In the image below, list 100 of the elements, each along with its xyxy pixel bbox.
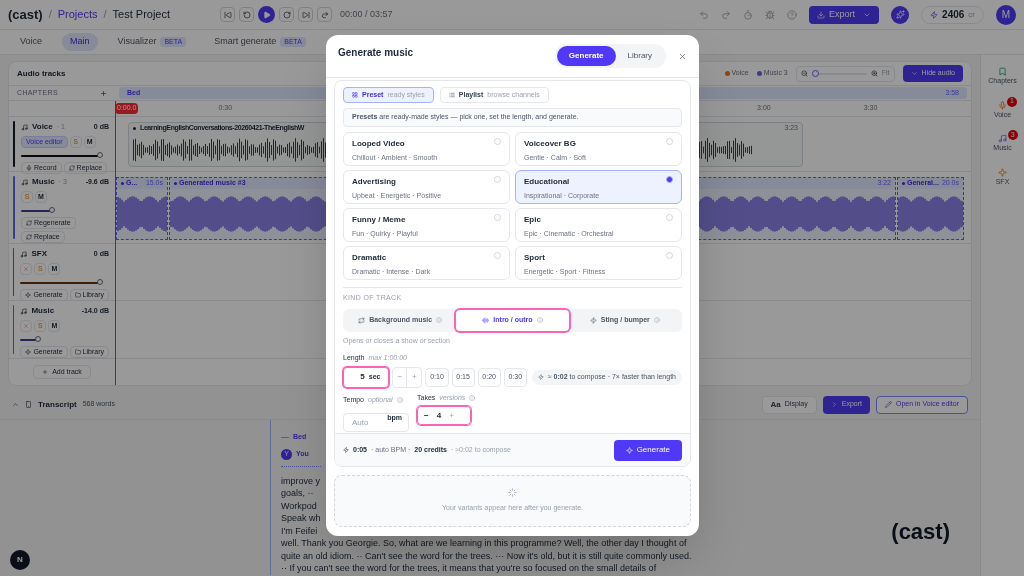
generate-button[interactable]: Generate	[613, 439, 682, 461]
ai-button[interactable]	[891, 5, 910, 24]
redo-icon[interactable]	[721, 9, 732, 20]
bolt-icon	[589, 316, 597, 324]
transcript-line: quite an old idiom. ·· Can't see the word for the trees. ··· Now it's old, but it is still quite commonly used.	[281, 549, 692, 562]
bookmark-icon	[998, 67, 1007, 76]
volume-thumb[interactable]	[35, 336, 42, 342]
takes-stepper[interactable]: − 4 +	[417, 406, 471, 425]
sparkles-icon	[895, 10, 905, 19]
play-button[interactable]	[258, 6, 276, 23]
transcript-line: Speak wh	[281, 512, 321, 525]
collapse-icon[interactable]	[12, 401, 19, 408]
sparkle-icon	[625, 446, 633, 454]
skip-back-icon	[223, 10, 232, 19]
track-name: Music	[32, 176, 55, 188]
skip-forward-button[interactable]	[298, 7, 314, 22]
forward-button[interactable]	[279, 7, 295, 22]
audio-lines-icon	[482, 316, 490, 324]
view-tab[interactable]: Voice	[12, 33, 51, 51]
playback-time: 00:00 / 03:57	[340, 7, 393, 21]
info-icon	[536, 317, 543, 323]
plus-icon	[42, 369, 49, 375]
microphone-icon	[998, 100, 1007, 110]
breadcrumb-link[interactable]: Projects	[57, 6, 98, 23]
breadcrumb-separator: /	[103, 7, 107, 23]
rotate-left-icon	[242, 10, 251, 19]
chevron-down-icon	[910, 70, 918, 77]
refresh-icon	[26, 220, 32, 226]
timer-icon[interactable]	[743, 9, 754, 20]
music-note-icon	[20, 307, 28, 315]
loop-icon	[358, 316, 366, 324]
skip-back-button[interactable]	[220, 7, 236, 22]
music-note-icon	[21, 178, 28, 186]
breadcrumb-separator: /	[48, 7, 52, 23]
project-title: Test Project	[112, 7, 171, 23]
microphone-icon	[26, 165, 32, 171]
transcript-line: improve y	[281, 474, 320, 487]
add-icon[interactable]	[100, 89, 107, 97]
transcript-line: I'm Feifei	[281, 524, 318, 537]
volume-thumb[interactable]	[97, 152, 104, 158]
sparkle-icon	[998, 167, 1007, 177]
music-note-icon	[21, 123, 28, 131]
remove-track-button[interactable]	[20, 263, 33, 275]
close-icon	[678, 51, 687, 61]
refresh-icon	[68, 165, 75, 171]
bug-icon[interactable]	[765, 9, 776, 20]
panel-title: Audio tracks	[17, 67, 66, 80]
user-avatar[interactable]: M	[996, 4, 1016, 25]
track-name: Music	[31, 305, 55, 317]
transcript-line: well. Thank you Georgie. So, what are we learning in this programme? Well, the other day I thought of	[281, 537, 687, 550]
zoom-out-icon	[800, 70, 808, 77]
music-note-icon	[998, 134, 1007, 143]
sparkle-icon	[25, 292, 32, 298]
track-name: SFX	[31, 248, 47, 260]
bolt-icon	[930, 10, 939, 19]
rewind-button[interactable]	[239, 7, 255, 22]
download-icon	[817, 10, 826, 19]
chapter-rule	[281, 436, 289, 438]
list-icon	[448, 92, 455, 98]
help-icon[interactable]	[787, 9, 798, 20]
zoom-in-icon	[870, 70, 878, 77]
export-button[interactable]: Export	[809, 5, 880, 24]
redo-arrow-button[interactable]	[317, 7, 333, 22]
switch-option[interactable]: Generate	[556, 46, 616, 66]
bolt-icon	[343, 447, 349, 453]
folder-icon	[74, 292, 81, 298]
brand-logo: (cast)	[891, 518, 950, 546]
transcript-line: ·· If you can't see the word for the trees, it means that you're so focused on the small details of	[281, 562, 657, 575]
rotate-right-icon	[282, 10, 291, 19]
grid-icon	[352, 92, 358, 98]
app-logo[interactable]: (cast)	[8, 4, 43, 25]
remove-track-button[interactable]	[20, 320, 33, 332]
info-icon[interactable]	[469, 394, 476, 401]
volume-thumb[interactable]	[97, 279, 104, 285]
corner-badge[interactable]: N	[10, 550, 30, 570]
play-icon	[262, 10, 271, 19]
pencil-icon	[884, 401, 892, 408]
chevron-right-icon	[830, 401, 838, 408]
arrow-icon	[320, 10, 329, 19]
close-icon	[23, 266, 30, 272]
info-icon[interactable]	[396, 396, 403, 403]
close-icon	[23, 323, 30, 329]
close-button[interactable]	[678, 51, 687, 61]
info-icon	[653, 317, 660, 323]
folder-icon	[74, 349, 81, 355]
undo-icon[interactable]	[699, 9, 710, 20]
switch-option[interactable]: Library	[615, 46, 664, 66]
info-icon	[436, 317, 443, 323]
phone-icon	[25, 401, 32, 408]
sparkle-icon	[25, 349, 32, 355]
track-name: Voice	[32, 121, 53, 133]
transcript-line: goals, ··	[281, 487, 314, 500]
volume-thumb[interactable]	[48, 207, 55, 213]
zoom-slider-thumb[interactable]	[811, 69, 819, 77]
bolt-icon	[537, 374, 544, 380]
transcript-title: Transcript	[38, 398, 77, 411]
music-note-icon	[20, 250, 28, 258]
transcript-line: Workpod	[281, 499, 317, 512]
view-tab[interactable]: Main	[62, 33, 98, 51]
skip-forward-icon	[301, 10, 310, 19]
